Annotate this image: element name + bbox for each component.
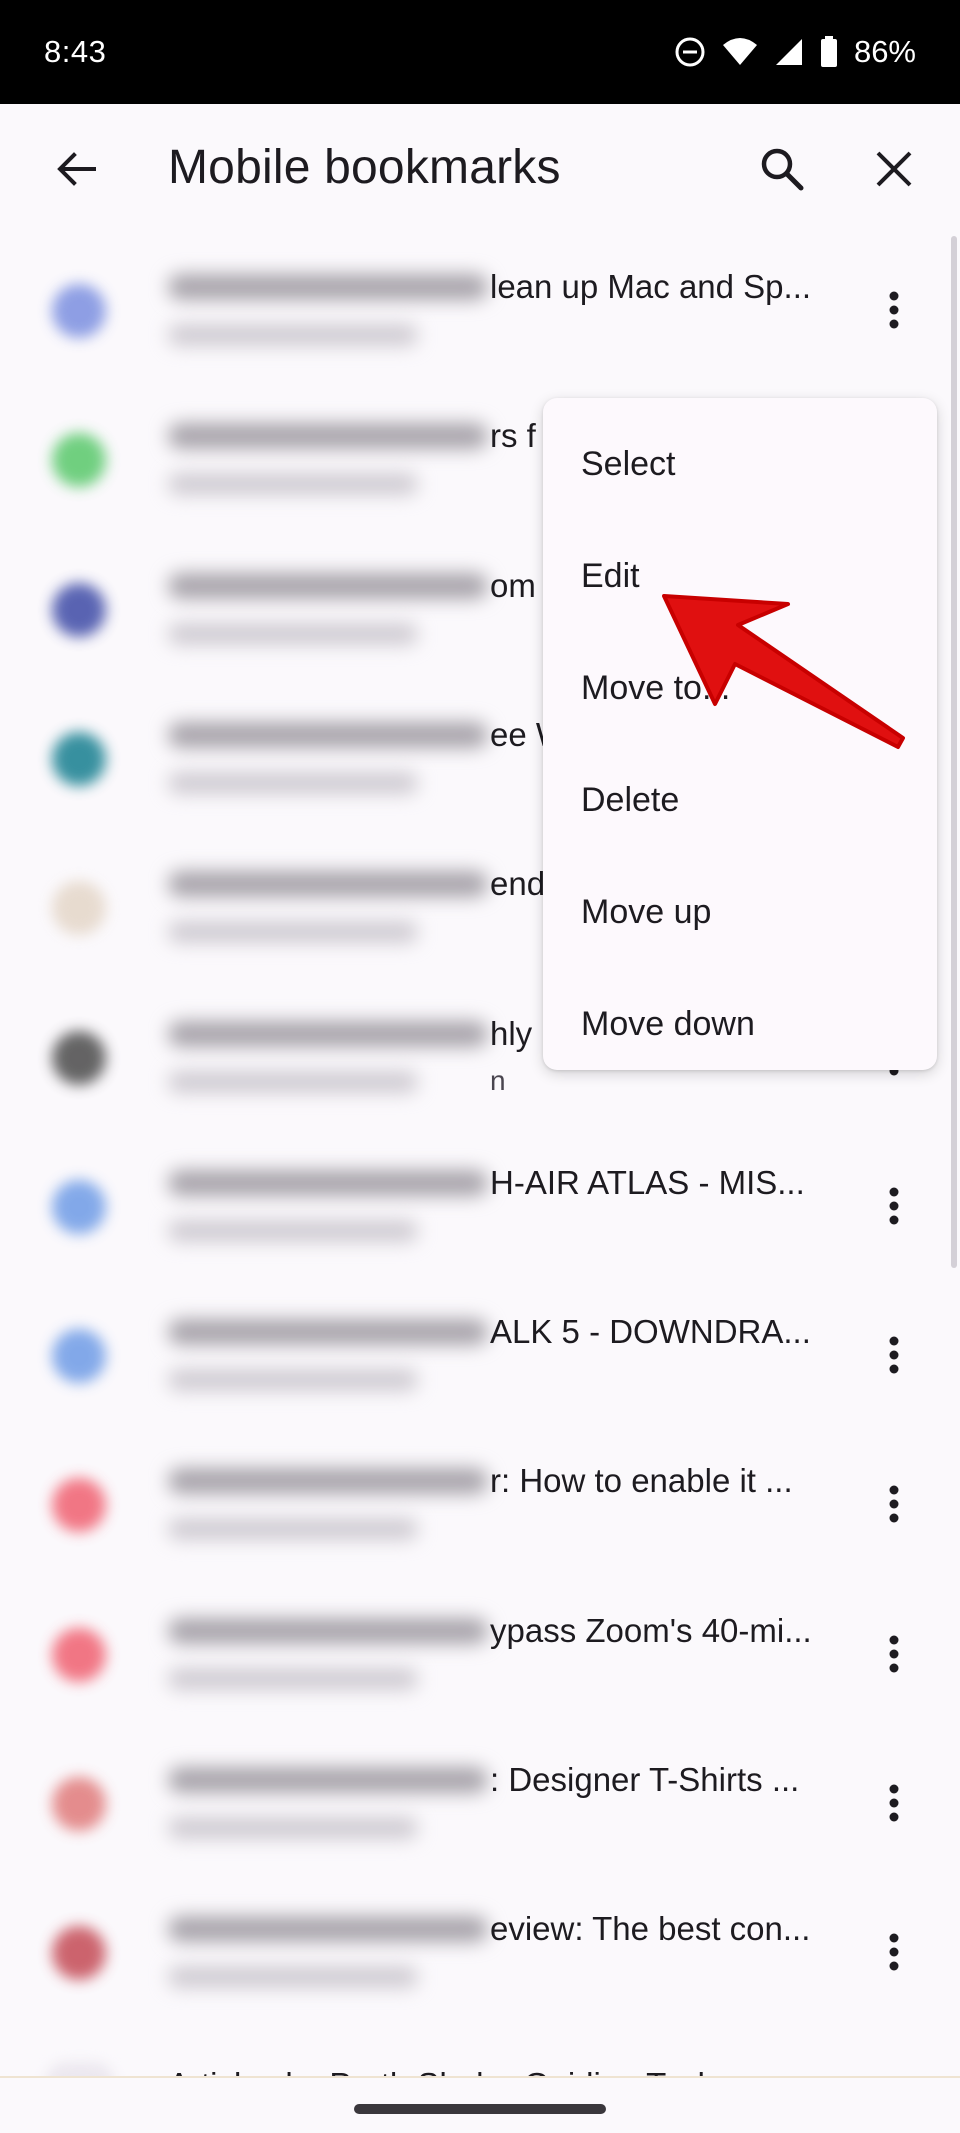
favicon-icon [52,582,106,637]
bookmark-context-menu: Select Edit Move to... Delete Move up Move do… [543,398,937,1070]
more-vert-icon [889,1485,899,1523]
menu-item-delete[interactable]: Delete [543,744,937,856]
redacted-title [168,1767,488,1793]
favicon-icon [52,1478,106,1533]
top-app-bar: Mobile bookmarks [0,104,960,234]
more-vert-icon [889,291,899,329]
battery-percent: 86% [853,34,916,69]
close-icon [876,151,912,187]
favicon-icon [52,1627,106,1682]
favicon-icon [52,881,106,936]
favicon-icon [52,731,106,786]
status-bar: 8:43 86% [0,0,960,104]
bookmark-title: ALK 5 - DOWNDRA... [490,1313,811,1351]
back-arrow-icon [57,152,96,186]
menu-item-move-to[interactable]: Move to... [543,632,937,744]
redacted-url [168,324,418,346]
more-options-button[interactable] [870,1174,918,1238]
bookmark-title: ypass Zoom's 40-mi... [490,1611,812,1649]
redacted-url [168,1219,418,1242]
redacted-title [168,1468,488,1495]
redacted-url [168,1369,418,1392]
more-options-button[interactable] [870,1920,918,1984]
bookmark-url: n [490,1064,506,1096]
redacted-title [168,871,488,898]
home-gesture-handle[interactable] [354,2104,606,2114]
favicon-icon [52,1030,106,1085]
more-options-button[interactable] [870,1771,918,1835]
redacted-url [168,1070,418,1093]
menu-item-move-up[interactable]: Move up [543,856,937,968]
favicon-icon [52,433,106,488]
bookmark-title: H-AIR ATLAS - MIS... [490,1163,805,1201]
do-not-disturb-icon [674,36,706,68]
favicon-icon [52,1179,106,1234]
navigation-bar [0,2076,960,2133]
more-options-button[interactable] [870,1472,918,1536]
more-vert-icon [889,1187,899,1225]
bookmark-title: : Designer T-Shirts ... [490,1761,800,1798]
menu-item-move-down[interactable]: Move down [543,968,937,1080]
more-vert-icon [889,1933,899,1971]
more-options-button[interactable] [870,278,918,342]
redacted-url [168,1966,418,1989]
redacted-title [168,423,488,450]
redacted-url [168,771,418,794]
more-vert-icon [889,1336,899,1374]
status-time: 8:43 [44,34,107,69]
bookmark-row[interactable]: : Designer T-Shirts ... [0,1727,960,1877]
redacted-title [168,1169,488,1196]
bookmark-row[interactable]: r: How to enable it ... [0,1428,960,1578]
redacted-url [168,1518,418,1541]
search-button[interactable] [742,129,822,209]
redacted-title [168,274,488,300]
redacted-title [168,572,488,599]
favicon-icon [52,1926,106,1981]
more-options-button[interactable] [870,1622,918,1686]
back-button[interactable] [36,129,116,209]
redacted-title [168,1020,488,1047]
bookmark-title: eview: The best con... [490,1910,811,1948]
favicon-icon [52,1777,106,1831]
redacted-title [168,1617,488,1644]
bookmark-title: lean up Mac and Sp... [490,268,812,305]
more-vert-icon [889,1784,899,1822]
more-vert-icon [889,1635,899,1673]
bookmark-row[interactable]: H-AIR ATLAS - MIS... [0,1130,960,1280]
favicon-icon [52,284,106,338]
status-icons: 86% [674,34,916,70]
menu-item-edit[interactable]: Edit [543,520,937,632]
redacted-url [168,921,418,944]
bookmark-row[interactable]: ALK 5 - DOWNDRA... [0,1279,960,1429]
bookmark-row[interactable]: lean up Mac and Sp... [0,234,960,384]
bookmark-row[interactable]: ypass Zoom's 40-mi... [0,1578,960,1728]
redacted-url [168,1817,418,1839]
more-options-button[interactable] [870,1323,918,1387]
redacted-url [168,1667,418,1690]
favicon-icon [52,1329,106,1384]
redacted-url [168,622,418,645]
search-icon [761,148,804,191]
page-title: Mobile bookmarks [168,141,561,194]
bookmark-row[interactable]: eview: The best con... [0,1876,960,2026]
wifi-icon [722,37,758,67]
bookmark-title: r: How to enable it ... [490,1462,793,1500]
battery-icon [820,36,838,68]
redacted-title [168,1319,488,1346]
redacted-title [168,721,488,748]
close-button[interactable] [854,129,934,209]
bookmarks-screen: 8:43 86% Mobile bookmarks lean up Mac an… [0,0,960,2133]
menu-item-select[interactable]: Select [543,408,937,520]
redacted-title [168,1916,488,1943]
cell-signal-icon [774,37,804,67]
redacted-url [168,473,418,496]
